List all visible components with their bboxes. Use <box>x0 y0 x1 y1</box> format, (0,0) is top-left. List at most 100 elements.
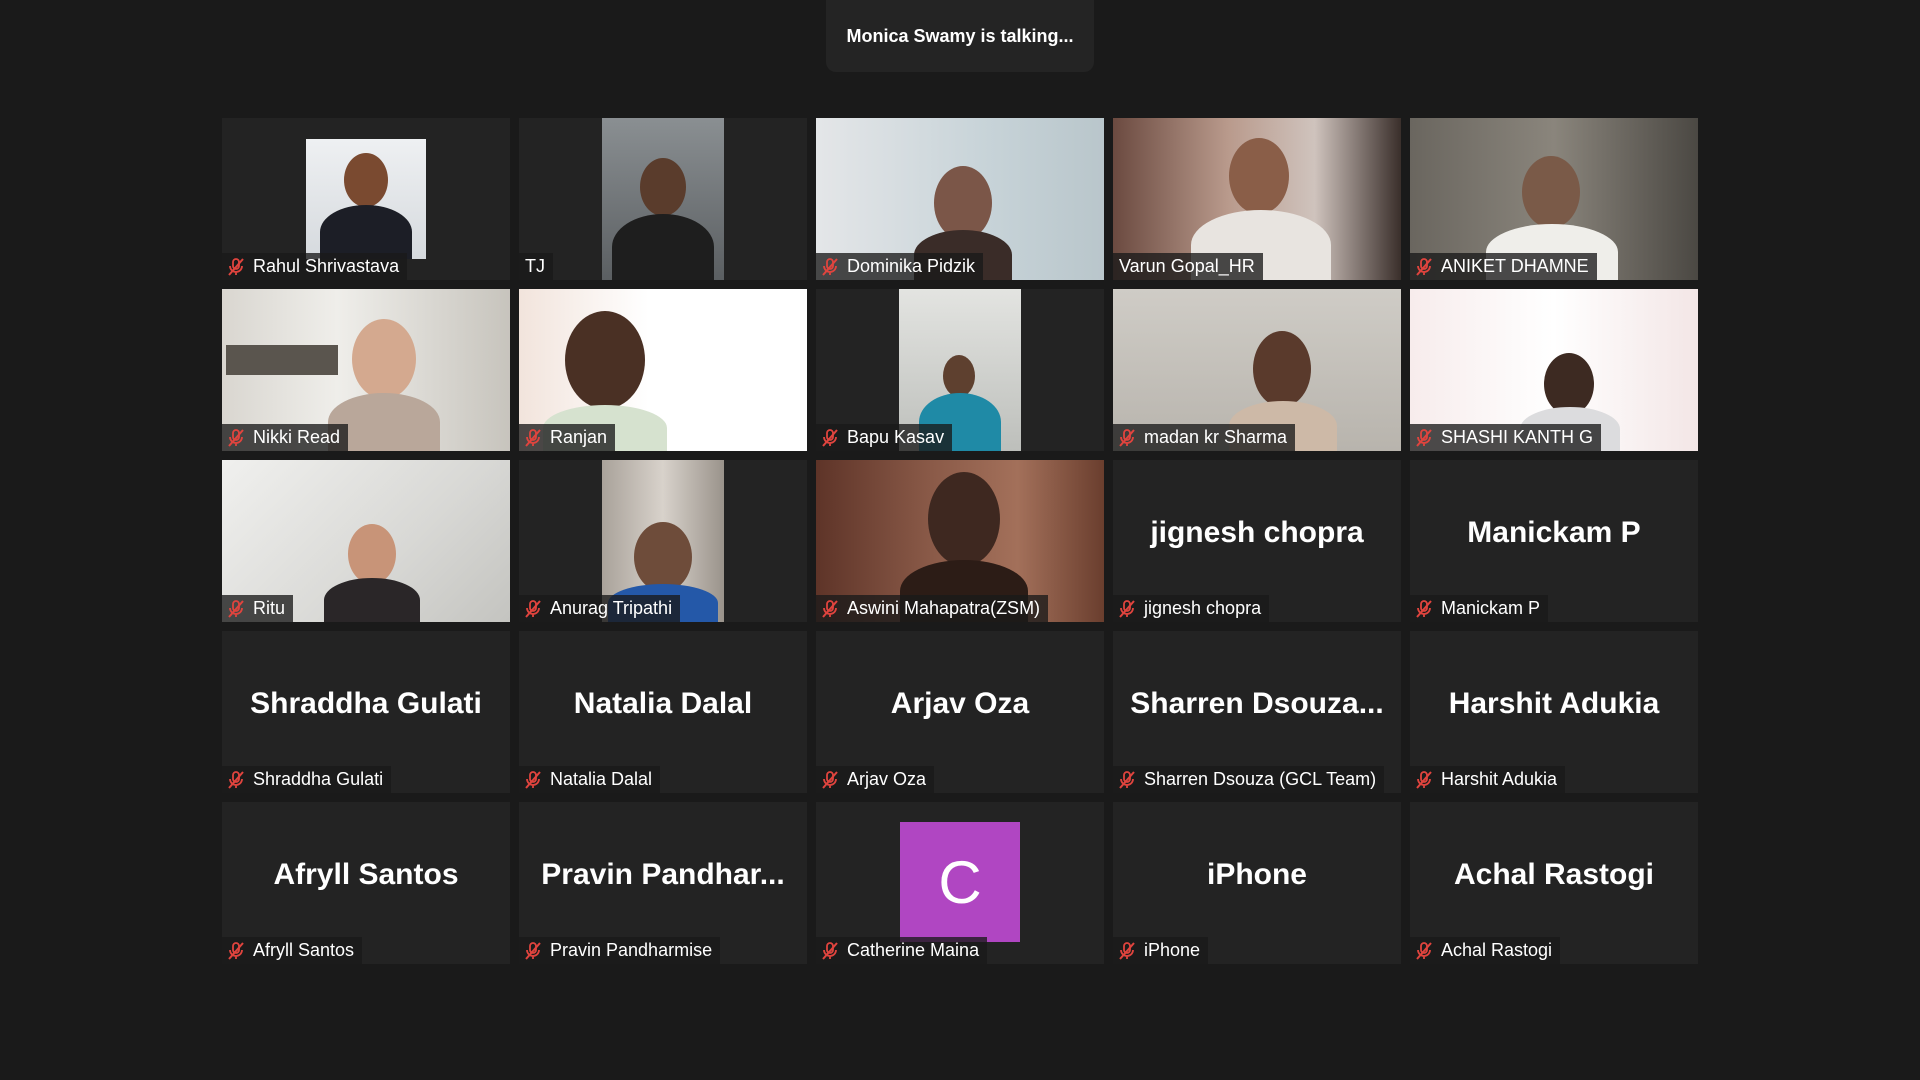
muted-mic-icon <box>1119 770 1135 789</box>
name-label: Pravin Pandharmise <box>519 937 721 964</box>
participant-tile[interactable]: Shraddha Gulati Shraddha Gulati <box>222 631 510 793</box>
participant-name: jignesh chopra <box>1144 598 1262 618</box>
muted-mic-icon <box>525 599 541 618</box>
participant-tile[interactable]: iPhone iPhone <box>1113 802 1401 964</box>
participant-name: Achal Rastogi <box>1441 940 1553 960</box>
participant-tile[interactable]: jignesh chopra jignesh chopra <box>1113 460 1401 622</box>
participant-tile[interactable]: Varun Gopal_HR <box>1113 118 1401 280</box>
display-name: Harshit Adukia <box>1448 687 1660 720</box>
participant-tile[interactable]: madan kr Sharma <box>1113 289 1401 451</box>
participant-name: Natalia Dalal <box>550 769 653 789</box>
muted-mic-icon <box>228 428 244 447</box>
muted-mic-icon <box>822 428 838 447</box>
participant-tile[interactable]: Afryll Santos Afryll Santos <box>222 802 510 964</box>
muted-mic-icon <box>525 941 541 960</box>
muted-mic-icon <box>822 599 838 618</box>
participant-name: Nikki Read <box>253 427 341 447</box>
display-name: iPhone <box>1206 858 1307 891</box>
name-label: Manickam P <box>1410 595 1549 622</box>
muted-mic-icon <box>228 257 244 276</box>
participant-tile[interactable]: Rahul Shrivastava <box>222 118 510 280</box>
participant-tile[interactable]: Ranjan <box>519 289 807 451</box>
name-label: Rahul Shrivastava <box>222 253 408 280</box>
participant-name: Arjav Oza <box>847 769 927 789</box>
participant-name: iPhone <box>1144 940 1201 960</box>
participant-tile[interactable]: TJ <box>519 118 807 280</box>
participant-tile[interactable]: Anurag Tripathi <box>519 460 807 622</box>
participant-name: Catherine Maina <box>847 940 980 960</box>
display-name: jignesh chopra <box>1150 516 1364 549</box>
participant-name: Ranjan <box>550 427 608 447</box>
muted-mic-icon <box>525 770 541 789</box>
name-label: madan kr Sharma <box>1113 424 1296 451</box>
letter-avatar: C <box>900 822 1020 942</box>
participant-name: TJ <box>525 256 545 276</box>
participant-tile[interactable]: SHASHI KANTH G <box>1410 289 1698 451</box>
participant-tile[interactable]: Pravin Pandhar... Pravin Pandharmise <box>519 802 807 964</box>
muted-mic-icon <box>1416 941 1432 960</box>
muted-mic-icon <box>1416 770 1432 789</box>
participant-tile[interactable]: Harshit Adukia Harshit Adukia <box>1410 631 1698 793</box>
participant-name: Manickam P <box>1441 598 1541 618</box>
name-label: Ranjan <box>519 424 616 451</box>
muted-mic-icon <box>1416 257 1432 276</box>
name-label: ANIKET DHAMNE <box>1410 253 1597 280</box>
participant-tile[interactable]: Sharren Dsouza... Sharren Dsouza (GCL Te… <box>1113 631 1401 793</box>
muted-mic-icon <box>228 941 244 960</box>
name-label: Arjav Oza <box>816 766 935 793</box>
participant-name: Aswini Mahapatra(ZSM) <box>847 598 1041 618</box>
name-label: Varun Gopal_HR <box>1113 253 1263 280</box>
display-name: Manickam P <box>1467 516 1641 549</box>
name-label: Nikki Read <box>222 424 349 451</box>
name-label: Ritu <box>222 595 294 622</box>
name-label: SHASHI KANTH G <box>1410 424 1602 451</box>
participant-gallery: Rahul Shrivastava TJ Dominika Pidzik Var… <box>222 118 1698 964</box>
name-label: Sharren Dsouza (GCL Team) <box>1113 766 1385 793</box>
name-label: TJ <box>519 253 553 280</box>
participant-tile[interactable]: C Catherine Maina <box>816 802 1104 964</box>
participant-tile[interactable]: ANIKET DHAMNE <box>1410 118 1698 280</box>
muted-mic-icon <box>228 599 244 618</box>
name-label: Bapu Kasav <box>816 424 953 451</box>
muted-mic-icon <box>1119 941 1135 960</box>
participant-tile[interactable]: Ritu <box>222 460 510 622</box>
participant-name: Shraddha Gulati <box>253 769 384 789</box>
display-name: Pravin Pandhar... <box>541 858 785 891</box>
name-label: Harshit Adukia <box>1410 766 1566 793</box>
participant-tile[interactable]: Achal Rastogi Achal Rastogi <box>1410 802 1698 964</box>
participant-name: Harshit Adukia <box>1441 769 1558 789</box>
participant-name: Rahul Shrivastava <box>253 256 400 276</box>
name-label: Shraddha Gulati <box>222 766 392 793</box>
display-name: Shraddha Gulati <box>250 687 482 720</box>
muted-mic-icon <box>822 941 838 960</box>
display-name: Natalia Dalal <box>573 687 753 720</box>
display-name: Arjav Oza <box>890 687 1030 720</box>
muted-mic-icon <box>1416 599 1432 618</box>
participant-name: ANIKET DHAMNE <box>1441 256 1589 276</box>
participant-tile[interactable]: Natalia Dalal Natalia Dalal <box>519 631 807 793</box>
participant-name: Pravin Pandharmise <box>550 940 713 960</box>
participant-tile[interactable]: Bapu Kasav <box>816 289 1104 451</box>
participant-tile[interactable]: Aswini Mahapatra(ZSM) <box>816 460 1104 622</box>
participant-tile[interactable]: Nikki Read <box>222 289 510 451</box>
participant-name: SHASHI KANTH G <box>1441 427 1594 447</box>
muted-mic-icon <box>822 257 838 276</box>
participant-tile[interactable]: Manickam P Manickam P <box>1410 460 1698 622</box>
participant-name: madan kr Sharma <box>1144 427 1288 447</box>
participant-tile[interactable]: Dominika Pidzik <box>816 118 1104 280</box>
muted-mic-icon <box>1119 599 1135 618</box>
name-label: iPhone <box>1113 937 1209 964</box>
name-label: Afryll Santos <box>222 937 363 964</box>
participant-tile[interactable]: Arjav Oza Arjav Oza <box>816 631 1104 793</box>
participant-name: Bapu Kasav <box>847 427 945 447</box>
display-name: Achal Rastogi <box>1453 858 1655 891</box>
name-label: Natalia Dalal <box>519 766 661 793</box>
name-label: Catherine Maina <box>816 937 988 964</box>
muted-mic-icon <box>525 428 541 447</box>
profile-photo <box>306 139 426 259</box>
name-label: Achal Rastogi <box>1410 937 1561 964</box>
participant-name: Dominika Pidzik <box>847 256 976 276</box>
name-label: Anurag Tripathi <box>519 595 681 622</box>
muted-mic-icon <box>228 770 244 789</box>
muted-mic-icon <box>1416 428 1432 447</box>
